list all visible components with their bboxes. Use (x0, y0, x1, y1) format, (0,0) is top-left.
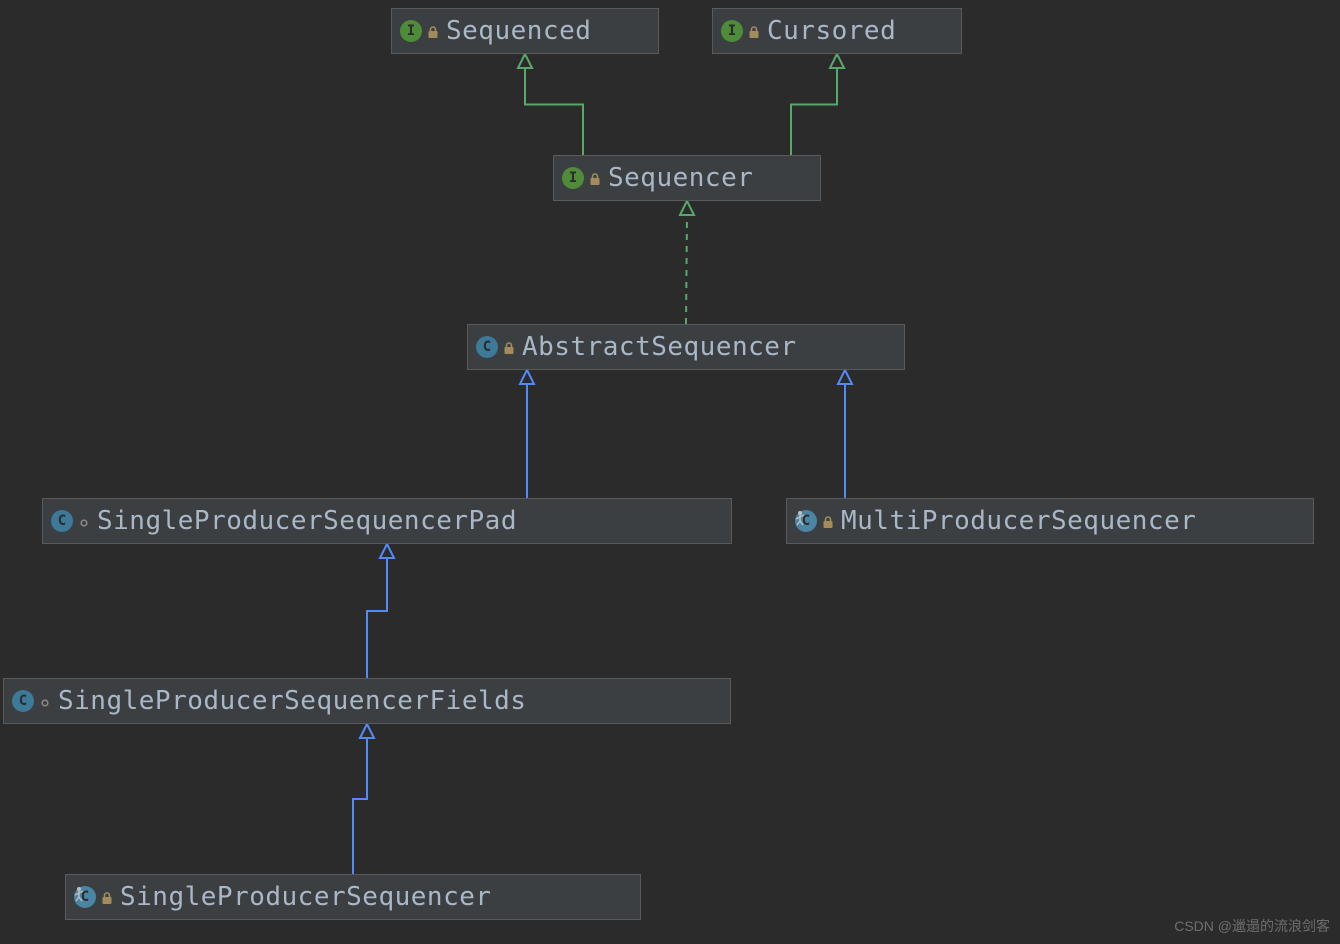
node-label: Sequencer (608, 163, 753, 193)
node-label: MultiProducerSequencer (841, 506, 1196, 536)
type-badge-icon: I (562, 167, 584, 189)
type-badge-icon: C (476, 336, 498, 358)
node-label: SingleProducerSequencer (120, 882, 492, 912)
node-spsFields[interactable]: C SingleProducerSequencerFields (3, 678, 731, 724)
node-sequenced[interactable]: I Sequenced (391, 8, 659, 54)
edge-spsFields-to-spsPad (367, 558, 387, 678)
type-badge-icon: I (721, 20, 743, 42)
node-spsPad[interactable]: C SingleProducerSequencerPad (42, 498, 732, 544)
edge-arrowhead-sequencer-to-cursored (830, 54, 844, 68)
edge-sps-to-spsFields (353, 738, 367, 874)
node-abstractSeq[interactable]: C AbstractSequencer (467, 324, 905, 370)
type-badge-icon: C (74, 886, 96, 908)
node-label: Cursored (767, 16, 896, 46)
edge-arrowhead-sps-to-spsFields (360, 724, 374, 738)
node-label: SingleProducerSequencerPad (97, 506, 517, 536)
edge-sequencer-to-sequenced (525, 68, 583, 155)
type-badge-icon: I (400, 20, 422, 42)
node-sps[interactable]: C SingleProducerSequencer (65, 874, 641, 920)
type-badge-icon: C (12, 690, 34, 712)
watermark: CSDN @邋遢的流浪剑客 (1174, 916, 1330, 936)
edge-arrowhead-sequencer-to-sequenced (518, 54, 532, 68)
edge-sequencer-to-cursored (791, 68, 837, 155)
edge-arrowhead-mps-to-abstractSeq (838, 370, 852, 384)
edge-abstractSeq-to-sequencer (686, 215, 687, 324)
node-label: Sequenced (446, 16, 591, 46)
node-cursored[interactable]: I Cursored (712, 8, 962, 54)
node-label: AbstractSequencer (522, 332, 797, 362)
edge-arrowhead-spsFields-to-spsPad (380, 544, 394, 558)
type-badge-icon: C (795, 510, 817, 532)
edge-arrowhead-abstractSeq-to-sequencer (680, 201, 694, 215)
node-label: SingleProducerSequencerFields (58, 686, 526, 716)
node-sequencer[interactable]: I Sequencer (553, 155, 821, 201)
type-badge-icon: C (51, 510, 73, 532)
node-mps[interactable]: C MultiProducerSequencer (786, 498, 1314, 544)
edges-layer (0, 0, 1340, 944)
edge-arrowhead-spsPad-to-abstractSeq (520, 370, 534, 384)
